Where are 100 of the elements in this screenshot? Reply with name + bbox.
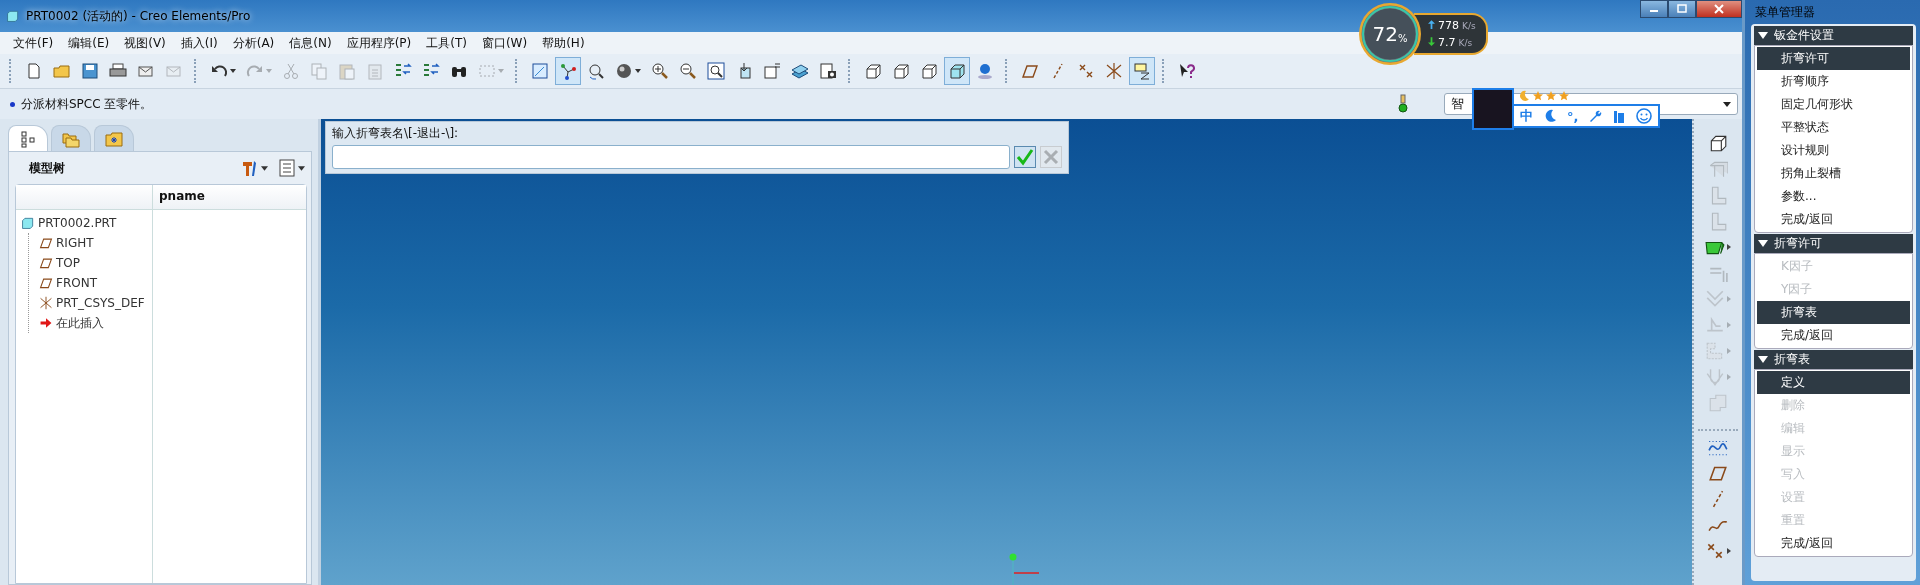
minimize-button[interactable]	[1640, 0, 1668, 18]
input-field[interactable]	[332, 145, 1010, 169]
caret-icon	[1727, 548, 1731, 554]
hammer-screwdriver-icon	[241, 159, 259, 177]
menu-item[interactable]: 文件(F)	[6, 32, 61, 54]
star-icon	[1559, 91, 1569, 101]
tree-item[interactable]: 在此插入	[29, 313, 152, 333]
tree-item[interactable]: PRT_CSYS_DEF	[29, 293, 152, 313]
wrench-icon[interactable]	[1588, 109, 1603, 123]
menu-item[interactable]: 折弯许可	[1757, 47, 1910, 70]
clipboard-icon	[366, 62, 384, 80]
menu-item[interactable]: 拐角止裂槽	[1757, 162, 1910, 185]
checkmark-icon	[1016, 148, 1034, 166]
menu-item[interactable]: 分析(A)	[225, 32, 282, 54]
panel-tab[interactable]	[8, 125, 48, 151]
parallelogram-icon	[39, 256, 53, 270]
chevrons-icon	[1705, 289, 1725, 309]
wireframe-cube-icon	[1708, 133, 1728, 153]
ok-button[interactable]	[1014, 146, 1036, 168]
page-icon	[25, 62, 43, 80]
caret-icon	[261, 165, 268, 171]
printer-icon	[109, 62, 127, 80]
menu-item[interactable]: 工具(T)	[419, 32, 474, 54]
menu-item[interactable]: 完成/返回	[1757, 324, 1910, 347]
caret-icon	[1723, 101, 1731, 107]
caret-icon	[266, 69, 272, 73]
triangle-icon	[1758, 240, 1768, 247]
bullet-icon	[10, 101, 15, 107]
tree-item[interactable]: TOP	[29, 253, 152, 273]
menu-item[interactable]: 插入(I)	[173, 32, 225, 54]
prompt-label: 输入折弯表名\[-退出-\]:	[332, 125, 460, 142]
note-icon	[1133, 62, 1151, 80]
smiley-icon[interactable]	[1636, 108, 1653, 124]
moon-icon[interactable]	[1543, 109, 1557, 123]
list-page-icon	[278, 159, 296, 177]
parallelogram-icon	[39, 236, 53, 250]
menu-item[interactable]: 参数...	[1757, 185, 1910, 208]
caret-icon	[298, 165, 305, 171]
cross-marks-icon	[1705, 541, 1725, 561]
section-header[interactable]: 折弯许可	[1754, 234, 1913, 253]
tree-item[interactable]: RIGHT	[29, 233, 152, 253]
selection-box-icon	[478, 62, 496, 80]
star-icon	[1546, 91, 1556, 101]
menu-item[interactable]: 固定几何形状	[1757, 93, 1910, 116]
menu-item[interactable]: 编辑(E)	[61, 32, 117, 54]
tree-item[interactable]: PRT0002.PRT	[16, 213, 152, 233]
menu-item[interactable]: 定义	[1757, 371, 1910, 394]
close-icon	[1714, 4, 1724, 14]
tree-item[interactable]: FRONT	[29, 273, 152, 293]
window-title: PRT0002 (活动的) - Creo Elements/Pro	[26, 7, 251, 25]
list-dropdown-button[interactable]	[276, 159, 307, 177]
message-text: 分派材料SPCC 至零件。	[21, 95, 153, 113]
menu-item[interactable]: 折弯顺序	[1757, 70, 1910, 93]
column-header: pname	[158, 188, 206, 205]
wireframe-cube-icon	[864, 62, 882, 80]
menu-item[interactable]: 折弯表	[1757, 301, 1910, 324]
menu-item[interactable]: 信息(N)	[282, 32, 339, 54]
rate-unit: K/s	[1458, 38, 1473, 48]
close-button[interactable]	[1696, 0, 1742, 18]
node-graph-icon	[559, 62, 577, 80]
help-icon	[1178, 62, 1196, 80]
upload-arrow-icon	[1428, 20, 1435, 29]
caret-icon	[1727, 244, 1731, 250]
triangle-icon	[1758, 356, 1768, 363]
paste-icon	[338, 62, 356, 80]
cube-icon	[21, 216, 35, 230]
percent-value: 72	[1372, 22, 1398, 46]
rate-unit: K/s	[1462, 21, 1476, 31]
menu-item[interactable]: 应用程序(P)	[339, 32, 419, 54]
shaded-cube-icon	[948, 62, 966, 80]
section-header[interactable]: 折弯表	[1754, 350, 1913, 369]
maximize-button[interactable]	[1668, 0, 1696, 18]
clipboard-icon[interactable]	[1612, 109, 1627, 123]
section-header[interactable]: 钣金件设置	[1754, 26, 1913, 45]
menu-item[interactable]: 帮助(H)	[535, 32, 592, 54]
bracket-icon	[1708, 159, 1728, 179]
panel-tab[interactable]	[51, 125, 91, 151]
zoom-out-icon	[679, 62, 697, 80]
triangle-icon	[1758, 32, 1768, 39]
menu-item[interactable]: 平整状态	[1757, 116, 1910, 139]
copy-icon	[310, 62, 328, 80]
menu-item[interactable]: 窗口(W)	[474, 32, 535, 54]
parallelogram-icon	[1021, 62, 1039, 80]
menu-item[interactable]: 设计规则	[1757, 139, 1910, 162]
panel-tab[interactable]	[94, 125, 134, 151]
menu-item[interactable]: 视图(V)	[117, 32, 173, 54]
caret-icon	[230, 69, 236, 73]
parallelogram-icon	[39, 276, 53, 290]
window-title: 菜单管理器	[1754, 3, 1816, 21]
folder-icon	[53, 62, 71, 80]
caret-icon	[635, 69, 641, 73]
caret-icon	[1727, 348, 1731, 354]
moon-icon	[1518, 90, 1530, 102]
wireframe-cube-icon	[920, 62, 938, 80]
menu-item[interactable]: 完成/返回	[1757, 208, 1910, 231]
view-box-icon	[763, 62, 781, 80]
notch-icon	[1705, 341, 1725, 361]
wireframe-cube-icon	[892, 62, 910, 80]
menu-item[interactable]: 完成/返回	[1757, 532, 1910, 555]
download-rate: 7.7	[1438, 36, 1456, 49]
